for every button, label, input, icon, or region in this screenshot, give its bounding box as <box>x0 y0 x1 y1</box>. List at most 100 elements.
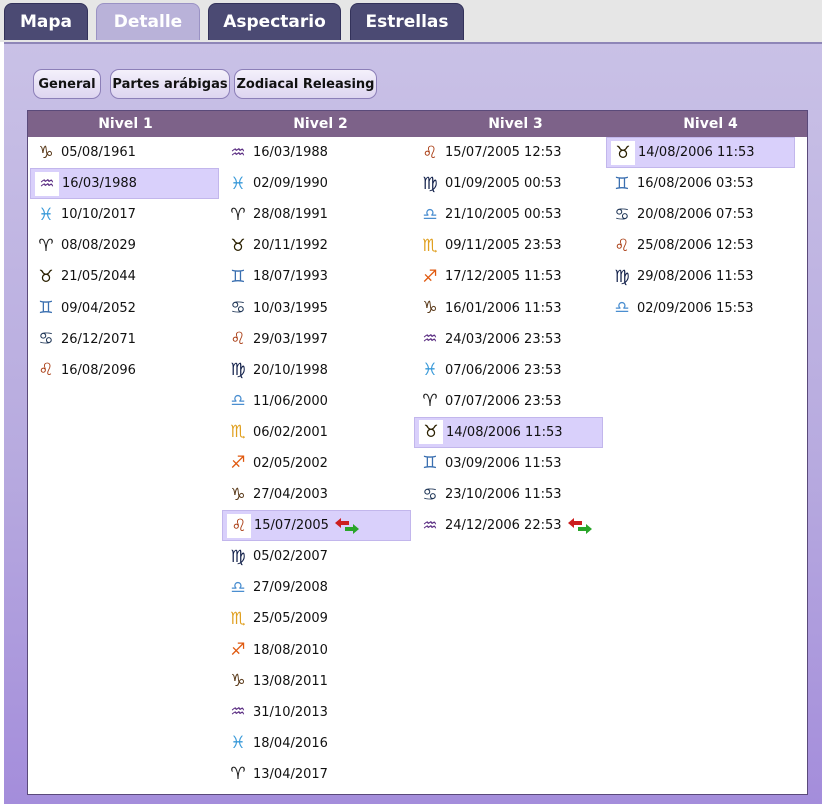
period-row[interactable]: ♌ 25/08/2006 12:53 <box>606 230 795 261</box>
aries-icon: ♈ <box>230 204 246 225</box>
period-row[interactable]: ♈ 08/08/2029 <box>30 230 219 261</box>
tab-mapa[interactable]: Mapa <box>4 3 88 40</box>
tab-estrellas[interactable]: Estrellas <box>350 3 464 40</box>
period-row[interactable]: ♌ 15/07/2005 <box>222 510 411 542</box>
period-row[interactable]: ♒ 31/10/2013 <box>222 697 411 728</box>
period-row[interactable]: ♏ 06/02/2001 <box>222 417 411 448</box>
period-date: 11/06/2000 <box>253 393 328 409</box>
period-row[interactable]: ♓ 02/09/1990 <box>222 168 411 199</box>
aquarius-icon: ♒ <box>422 515 438 536</box>
pisces-icon: ♓ <box>230 173 246 194</box>
period-row[interactable]: ♌ 29/03/1997 <box>222 324 411 355</box>
period-date: 27/04/2003 <box>253 487 328 503</box>
period-row[interactable]: ♌ 16/08/2096 <box>30 355 219 386</box>
sagittarius-icon: ♐ <box>230 640 246 661</box>
aquarius-icon: ♒ <box>422 329 438 350</box>
period-row[interactable]: ♍ 20/10/1998 <box>222 355 411 386</box>
period-row[interactable]: ♑ 13/08/2011 <box>222 666 411 697</box>
period-row[interactable]: ♊ 09/04/2052 <box>30 292 219 323</box>
period-row[interactable]: ♎ 27/09/2008 <box>222 572 411 603</box>
period-date: 17/12/2005 11:53 <box>445 269 562 285</box>
header-nivel-4: Nivel 4 <box>683 116 738 132</box>
period-row[interactable]: ♑ 05/08/1961 <box>30 137 219 168</box>
leo-icon: ♌ <box>614 235 630 256</box>
period-row[interactable]: ♊ 16/08/2006 03:53 <box>606 168 795 199</box>
gemini-icon: ♊ <box>614 173 630 194</box>
period-row[interactable]: ♒ 24/03/2006 23:53 <box>414 324 603 355</box>
period-row[interactable]: ♋ 10/03/1995 <box>222 292 411 323</box>
period-row[interactable]: ♉ 14/08/2006 11:53 <box>606 137 795 169</box>
period-date: 25/08/2006 12:53 <box>637 238 754 254</box>
period-row[interactable]: ♈ 07/07/2006 23:53 <box>414 386 603 417</box>
column-nivel-1: ♑ 05/08/1961 ♒ 16/03/1988 ♓ 10/10/2017 ♈ 08/08/… <box>30 137 219 386</box>
period-row[interactable]: ♐ 17/12/2005 11:53 <box>414 261 603 292</box>
period-date: 01/09/2005 00:53 <box>445 176 562 192</box>
period-row[interactable]: ♉ 20/11/1992 <box>222 230 411 261</box>
period-row[interactable]: ♌ 15/07/2005 12:53 <box>414 137 603 168</box>
period-row[interactable]: ♈ 13/04/2017 <box>222 759 411 790</box>
period-row[interactable]: ♏ 25/05/2009 <box>222 603 411 634</box>
column-nivel-2: ♒ 16/03/1988 ♓ 02/09/1990 ♈ 28/08/1991 ♉ 20/11/… <box>222 137 411 790</box>
period-row[interactable]: ♍ 01/09/2005 00:53 <box>414 168 603 199</box>
period-row[interactable]: ♎ 11/06/2000 <box>222 386 411 417</box>
pisces-icon: ♓ <box>422 360 438 381</box>
period-row[interactable]: ♊ 18/07/1993 <box>222 261 411 292</box>
period-date: 07/07/2006 23:53 <box>445 393 562 409</box>
period-row[interactable]: ♒ 16/03/1988 <box>30 168 219 200</box>
sagittarius-icon: ♐ <box>422 266 438 287</box>
column-nivel-3: ♌ 15/07/2005 12:53 ♍ 01/09/2005 00:53 ♎ 21/10… <box>414 137 603 541</box>
period-row[interactable]: ♉ 21/05/2044 <box>30 261 219 292</box>
subtab-partes-arabigas[interactable]: Partes arábigas <box>110 69 230 99</box>
period-row[interactable]: ♍ 29/08/2006 11:53 <box>606 261 795 292</box>
period-row[interactable]: ♓ 07/06/2006 23:53 <box>414 355 603 386</box>
gemini-icon: ♊ <box>230 266 246 287</box>
period-date: 18/07/1993 <box>253 269 328 285</box>
virgo-icon: ♍ <box>230 360 246 381</box>
gemini-icon: ♊ <box>422 453 438 474</box>
period-row[interactable]: ♎ 02/09/2006 15:53 <box>606 292 795 323</box>
period-row[interactable]: ♊ 03/09/2006 11:53 <box>414 448 603 479</box>
period-row[interactable]: ♈ 28/08/1991 <box>222 199 411 230</box>
period-date: 02/09/1990 <box>253 176 328 192</box>
tab-aspectario[interactable]: Aspectario <box>208 3 341 40</box>
loosing-of-bond-icon <box>334 517 359 534</box>
releasing-table: Nivel 1 Nivel 2 Nivel 3 Nivel 4 ♑ 05/08/1… <box>27 110 808 795</box>
gemini-icon: ♊ <box>38 298 54 319</box>
period-row[interactable]: ♐ 18/08/2010 <box>222 635 411 666</box>
period-date: 05/08/1961 <box>61 145 136 161</box>
period-row[interactable]: ♑ 16/01/2006 11:53 <box>414 292 603 323</box>
period-date: 09/04/2052 <box>61 300 136 316</box>
period-row[interactable]: ♒ 24/12/2006 22:53 <box>414 510 603 541</box>
period-row[interactable]: ♓ 10/10/2017 <box>30 199 219 230</box>
period-row[interactable]: ♉ 14/08/2006 11:53 <box>414 416 603 448</box>
period-row[interactable]: ♏ 09/11/2005 23:53 <box>414 230 603 261</box>
period-row[interactable]: ♋ 26/12/2071 <box>30 324 219 355</box>
period-row[interactable]: ♍ 05/02/2007 <box>222 541 411 572</box>
cancer-icon: ♋ <box>38 329 54 350</box>
column-nivel-4: ♉ 14/08/2006 11:53 ♊ 16/08/2006 03:53 ♋ 20/08… <box>606 137 795 324</box>
virgo-icon: ♍ <box>614 266 630 287</box>
period-date: 16/03/1988 <box>253 145 328 161</box>
period-date: 18/08/2010 <box>253 642 328 658</box>
table-header: Nivel 1 Nivel 2 Nivel 3 Nivel 4 <box>28 111 807 137</box>
subtab-general[interactable]: General <box>33 69 101 99</box>
period-row[interactable]: ♑ 27/04/2003 <box>222 479 411 510</box>
period-row[interactable]: ♒ 16/03/1988 <box>222 137 411 168</box>
subtab-zodiacal-releasing[interactable]: Zodiacal Releasing <box>234 69 377 99</box>
period-date: 09/11/2005 23:53 <box>445 238 562 254</box>
period-row[interactable]: ♋ 23/10/2006 11:53 <box>414 479 603 510</box>
libra-icon: ♎ <box>614 298 630 319</box>
period-row[interactable]: ♋ 20/08/2006 07:53 <box>606 199 795 230</box>
period-row[interactable]: ♓ 18/04/2016 <box>222 728 411 759</box>
period-row[interactable]: ♐ 02/05/2002 <box>222 448 411 479</box>
leo-icon: ♌ <box>230 329 246 350</box>
period-date: 07/06/2006 23:53 <box>445 362 562 378</box>
tab-bar: Mapa Detalle Aspectario Estrellas <box>0 0 822 42</box>
aries-icon: ♈ <box>38 235 54 256</box>
period-date: 20/10/1998 <box>253 362 328 378</box>
aquarius-icon: ♒ <box>230 702 246 723</box>
header-nivel-3: Nivel 3 <box>488 116 543 132</box>
tab-detalle[interactable]: Detalle <box>96 3 200 40</box>
header-nivel-2: Nivel 2 <box>293 116 348 132</box>
period-row[interactable]: ♎ 21/10/2005 00:53 <box>414 199 603 230</box>
